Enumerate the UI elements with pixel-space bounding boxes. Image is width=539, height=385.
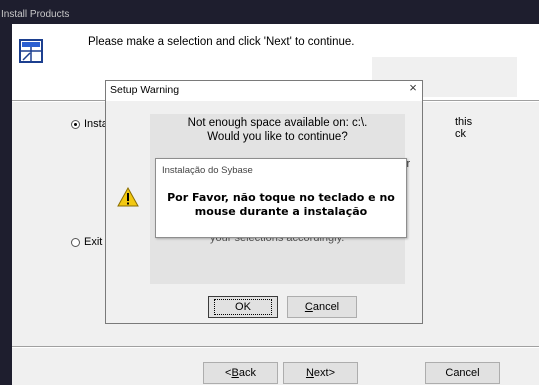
warning-triangle-icon	[117, 187, 139, 207]
setup-warning-title: Setup Warning	[110, 84, 180, 96]
back-button-label: ack	[238, 367, 256, 379]
sybase-toast-message: Por Favor, não toque no teclado e no mou…	[160, 191, 402, 219]
header-instruction: Please make a selection and click 'Next'…	[88, 36, 355, 48]
radio-exit-label: Exit	[84, 236, 103, 248]
option-description-text: this ck	[455, 116, 473, 140]
dialog-cancel-label: ancel	[312, 301, 340, 313]
close-icon[interactable]: ×	[407, 81, 419, 95]
back-button-mnemonic: B	[231, 367, 239, 379]
separator-bottom	[12, 346, 539, 348]
sybase-toast-message-line2: mouse durante a instalação	[194, 205, 368, 218]
radio-install-option[interactable]: Insta	[71, 118, 108, 130]
dialog-cancel-button[interactable]: Cancel	[287, 296, 357, 318]
ok-button[interactable]: OK	[208, 296, 278, 318]
radio-exit-option[interactable]: Exit	[71, 236, 102, 248]
cancel-button[interactable]: Cancel	[425, 362, 500, 384]
next-button-mnemonic: N	[305, 367, 314, 379]
next-button[interactable]: Next>	[283, 362, 358, 384]
setup-warning-message-line1: Not enough space available on: c:\.	[187, 117, 368, 129]
radio-unchecked-icon[interactable]	[71, 237, 80, 247]
installer-title: Install Products	[1, 9, 70, 20]
next-button-label: ext>	[313, 367, 336, 379]
dialog-cancel-mnemonic: C	[304, 301, 313, 313]
radio-checked-icon[interactable]	[71, 119, 80, 129]
sybase-toast-message-line1: Por Favor, não toque no teclado e no	[167, 191, 395, 204]
setup-warning-message-line2: Would you like to continue?	[207, 131, 348, 143]
setup-warning-message: Not enough space available on: c:\. Woul…	[160, 116, 395, 144]
installer-setup-icon	[19, 39, 43, 63]
back-button[interactable]: < Back	[203, 362, 278, 384]
ok-button-label: OK	[214, 299, 272, 315]
sybase-toast-title: Instalação do Sybase	[162, 165, 253, 176]
